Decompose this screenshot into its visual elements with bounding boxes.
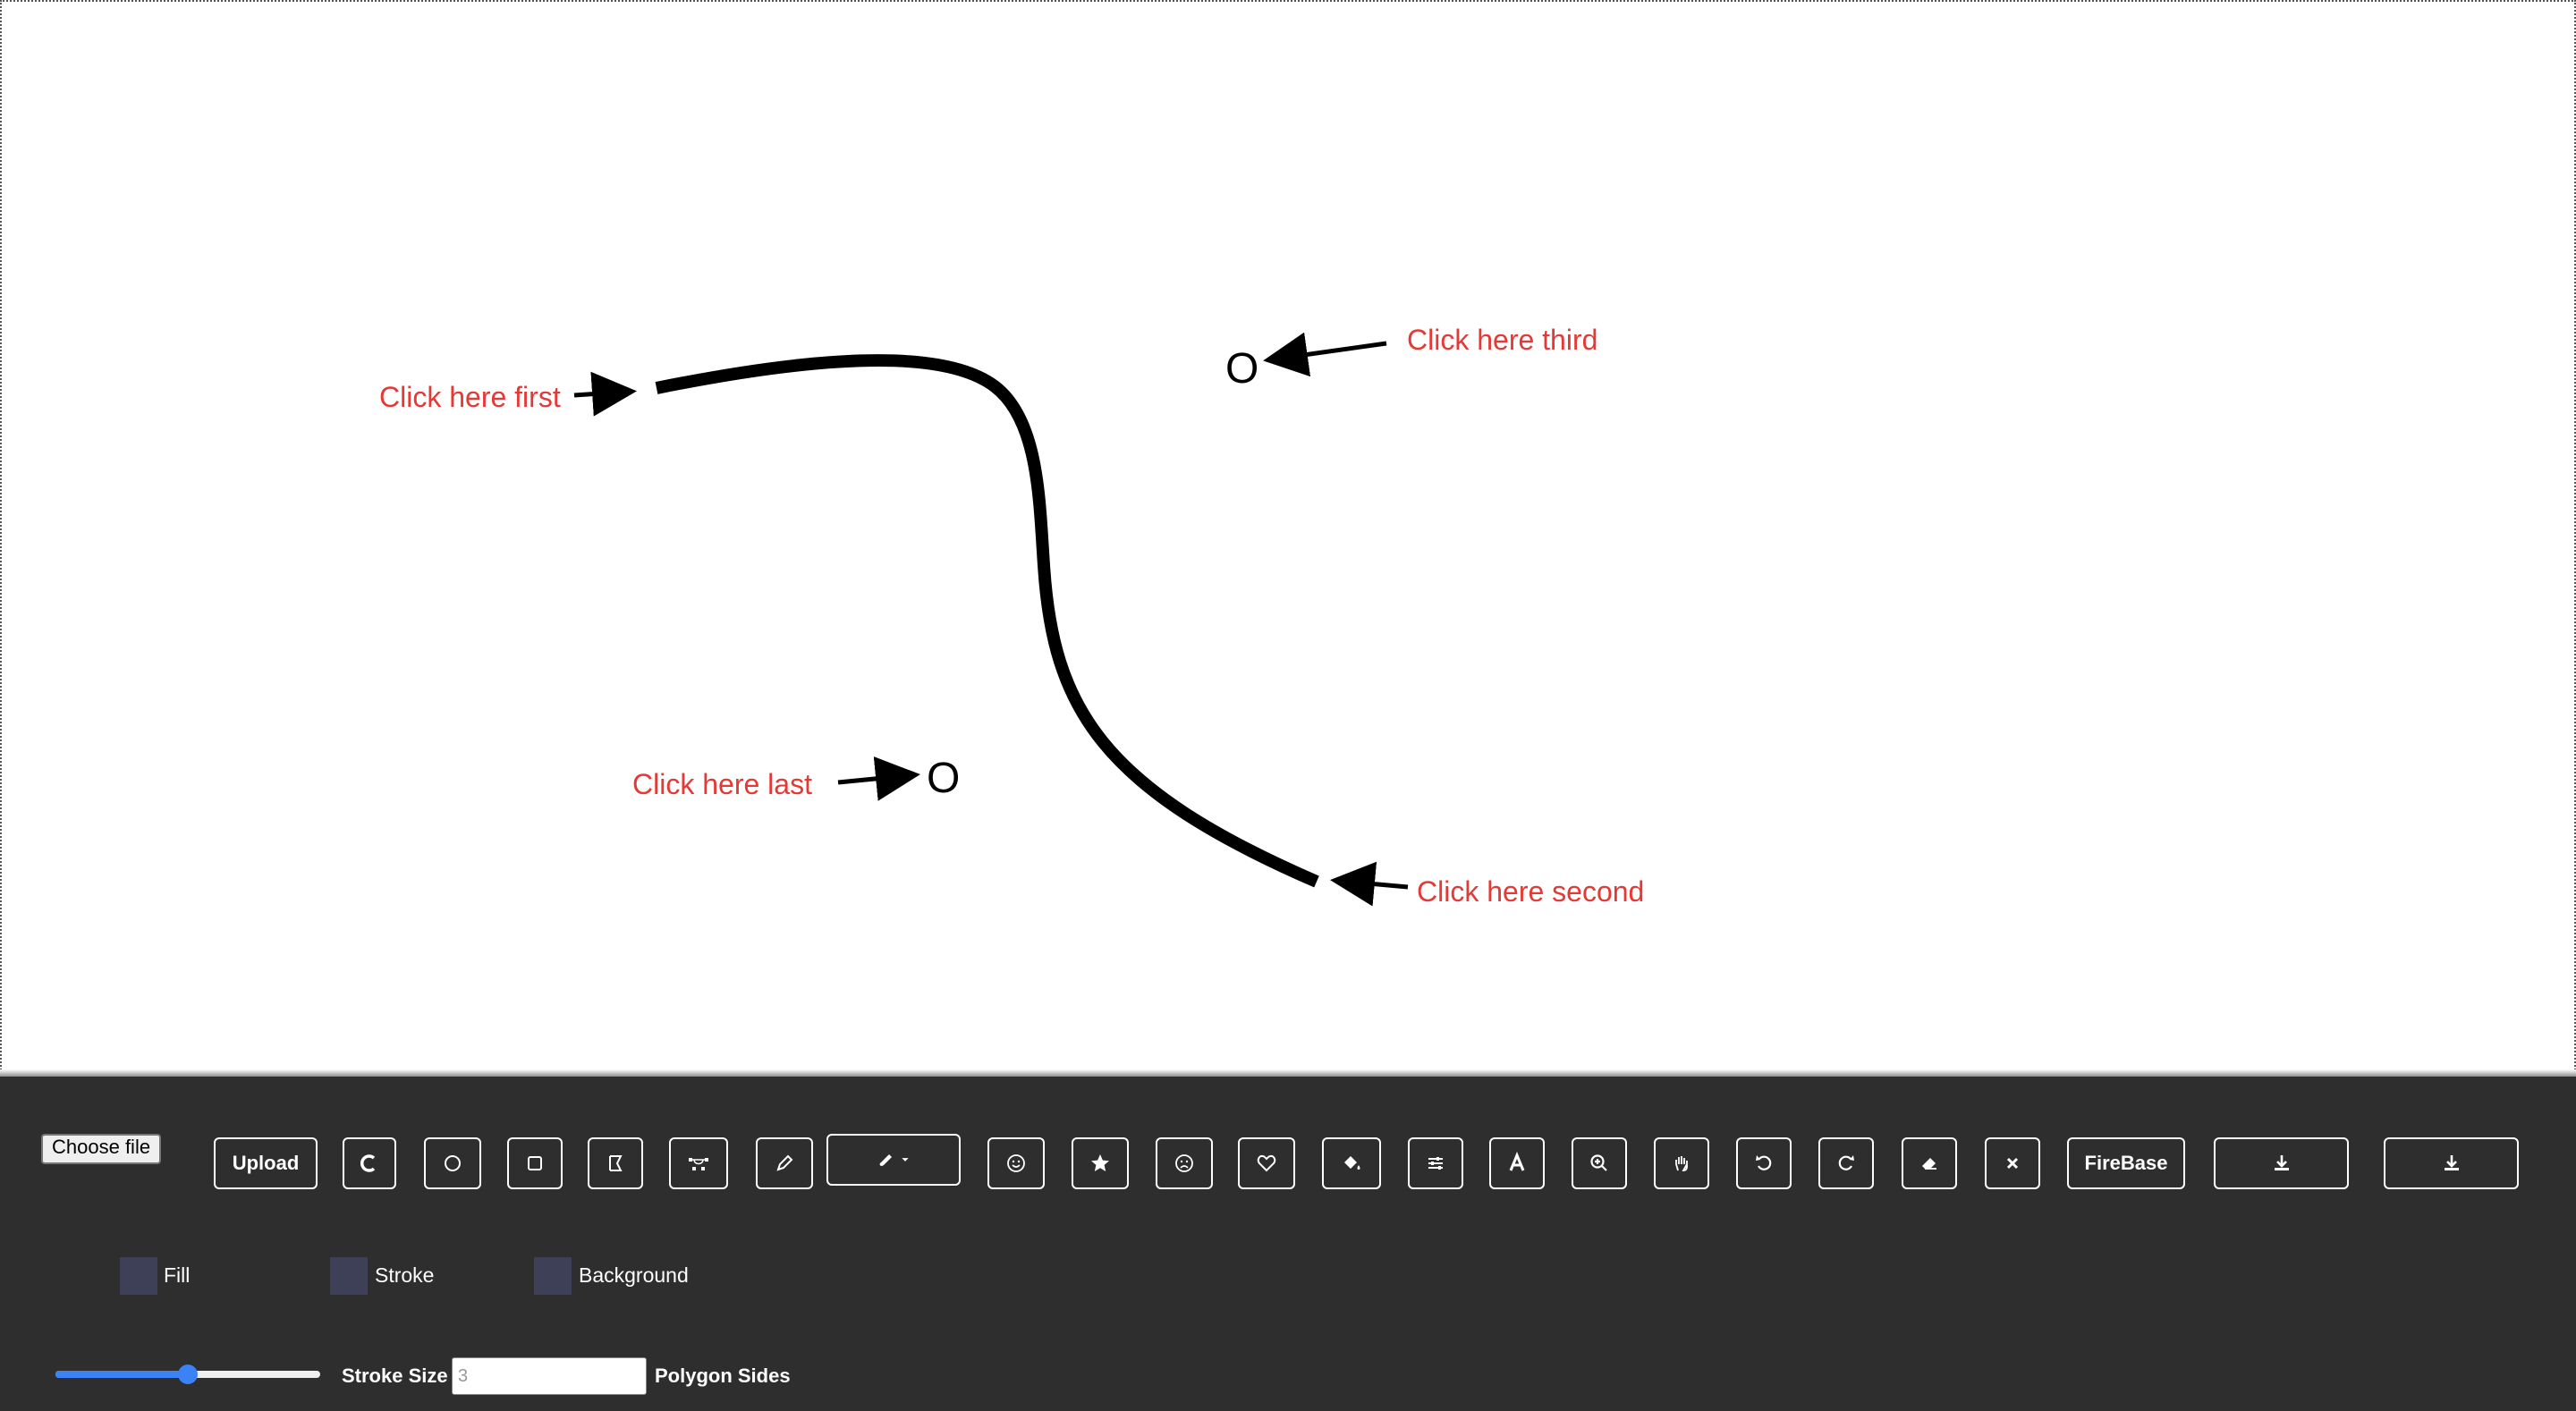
slider-fill (55, 1371, 188, 1378)
fill-label: Fill (164, 1263, 191, 1287)
download-icon (2274, 1155, 2289, 1170)
drawn-curve (655, 354, 1319, 888)
zoom-in-icon (1590, 1154, 1607, 1171)
smiley-icon (1007, 1154, 1025, 1172)
eraser-icon (1922, 1158, 1936, 1170)
arrow-second (1330, 861, 1409, 907)
download-button-1[interactable] (2214, 1137, 2349, 1189)
heart-icon (1257, 1154, 1276, 1172)
polygon-tool-button[interactable] (588, 1137, 643, 1189)
sliders-icon (1428, 1157, 1443, 1170)
paintbrush-icon (879, 1154, 892, 1166)
star-tool-button[interactable] (1072, 1137, 1129, 1189)
text-icon (1509, 1152, 1525, 1171)
annotation-third: Click here third (1407, 324, 1598, 356)
marker-last: O (927, 755, 960, 802)
text-tool-button[interactable] (1489, 1137, 1545, 1189)
redo-button[interactable] (1818, 1137, 1874, 1189)
polygon-sides-label: Polygon Sides (655, 1365, 791, 1387)
settings-tool-button[interactable] (1408, 1137, 1463, 1189)
square-icon (528, 1156, 542, 1170)
download-icon (2444, 1155, 2459, 1170)
choose-file-button[interactable]: Choose file (41, 1134, 162, 1164)
download-button-2[interactable] (2384, 1137, 2519, 1189)
bezier-tool-button[interactable] (669, 1137, 728, 1189)
rectangle-tool-button[interactable] (507, 1137, 563, 1189)
zoom-tool-button[interactable] (1572, 1137, 1627, 1189)
fill-bucket-tool-button[interactable] (1322, 1137, 1381, 1189)
annotation-first: Click here first (379, 381, 561, 413)
eraser-button[interactable] (1902, 1137, 1957, 1189)
circle-tool-button[interactable] (424, 1137, 481, 1189)
hand-icon (1675, 1156, 1688, 1171)
fill-color-swatch[interactable] (120, 1257, 157, 1295)
background-label: Background (579, 1263, 689, 1287)
background-color-swatch[interactable] (534, 1257, 572, 1295)
marker-third: O (1225, 345, 1258, 393)
brush-dropdown-button[interactable] (826, 1134, 961, 1186)
curve-tool-button[interactable] (343, 1137, 396, 1189)
close-icon (2006, 1157, 2019, 1170)
pencil-tool-button[interactable] (756, 1137, 813, 1189)
undo-icon (1756, 1155, 1772, 1170)
sad-face-tool-button[interactable] (1156, 1137, 1213, 1189)
pencil-icon (776, 1154, 793, 1171)
pan-tool-button[interactable] (1654, 1137, 1709, 1189)
upload-button[interactable]: Upload (214, 1137, 318, 1189)
annotation-second: Click here second (1417, 875, 1645, 908)
chevron-down-icon (902, 1158, 909, 1162)
undo-button[interactable] (1736, 1137, 1792, 1189)
arrow-last (837, 756, 920, 801)
star-icon (1091, 1154, 1109, 1171)
sad-face-icon (1175, 1154, 1193, 1172)
arrow-first (573, 371, 637, 417)
canvas-drawing: O O (573, 332, 1409, 907)
circle-icon (445, 1155, 461, 1171)
stroke-size-label: Stroke Size (342, 1365, 448, 1387)
stroke-color-swatch[interactable] (330, 1257, 368, 1295)
polygon-sides-input[interactable] (452, 1357, 647, 1395)
paint-bucket-icon (1344, 1156, 1360, 1170)
bezier-icon (689, 1158, 708, 1170)
arrow-third (1263, 332, 1387, 377)
redo-icon (1838, 1155, 1854, 1170)
firebase-button[interactable]: FireBase (2067, 1137, 2185, 1189)
stroke-size-slider[interactable] (55, 1365, 320, 1384)
slider-thumb[interactable] (178, 1365, 198, 1384)
heart-tool-button[interactable] (1238, 1137, 1295, 1189)
toolbar-panel (0, 1077, 2576, 1411)
emoji-tool-button[interactable] (987, 1137, 1045, 1189)
curve-icon (360, 1154, 376, 1172)
clear-button[interactable] (1985, 1137, 2040, 1189)
stroke-label: Stroke (375, 1263, 435, 1287)
polygon-icon (609, 1155, 623, 1171)
annotation-last: Click here last (632, 768, 812, 800)
drawing-canvas[interactable]: O O Click here first Click here second C… (0, 0, 2576, 1077)
